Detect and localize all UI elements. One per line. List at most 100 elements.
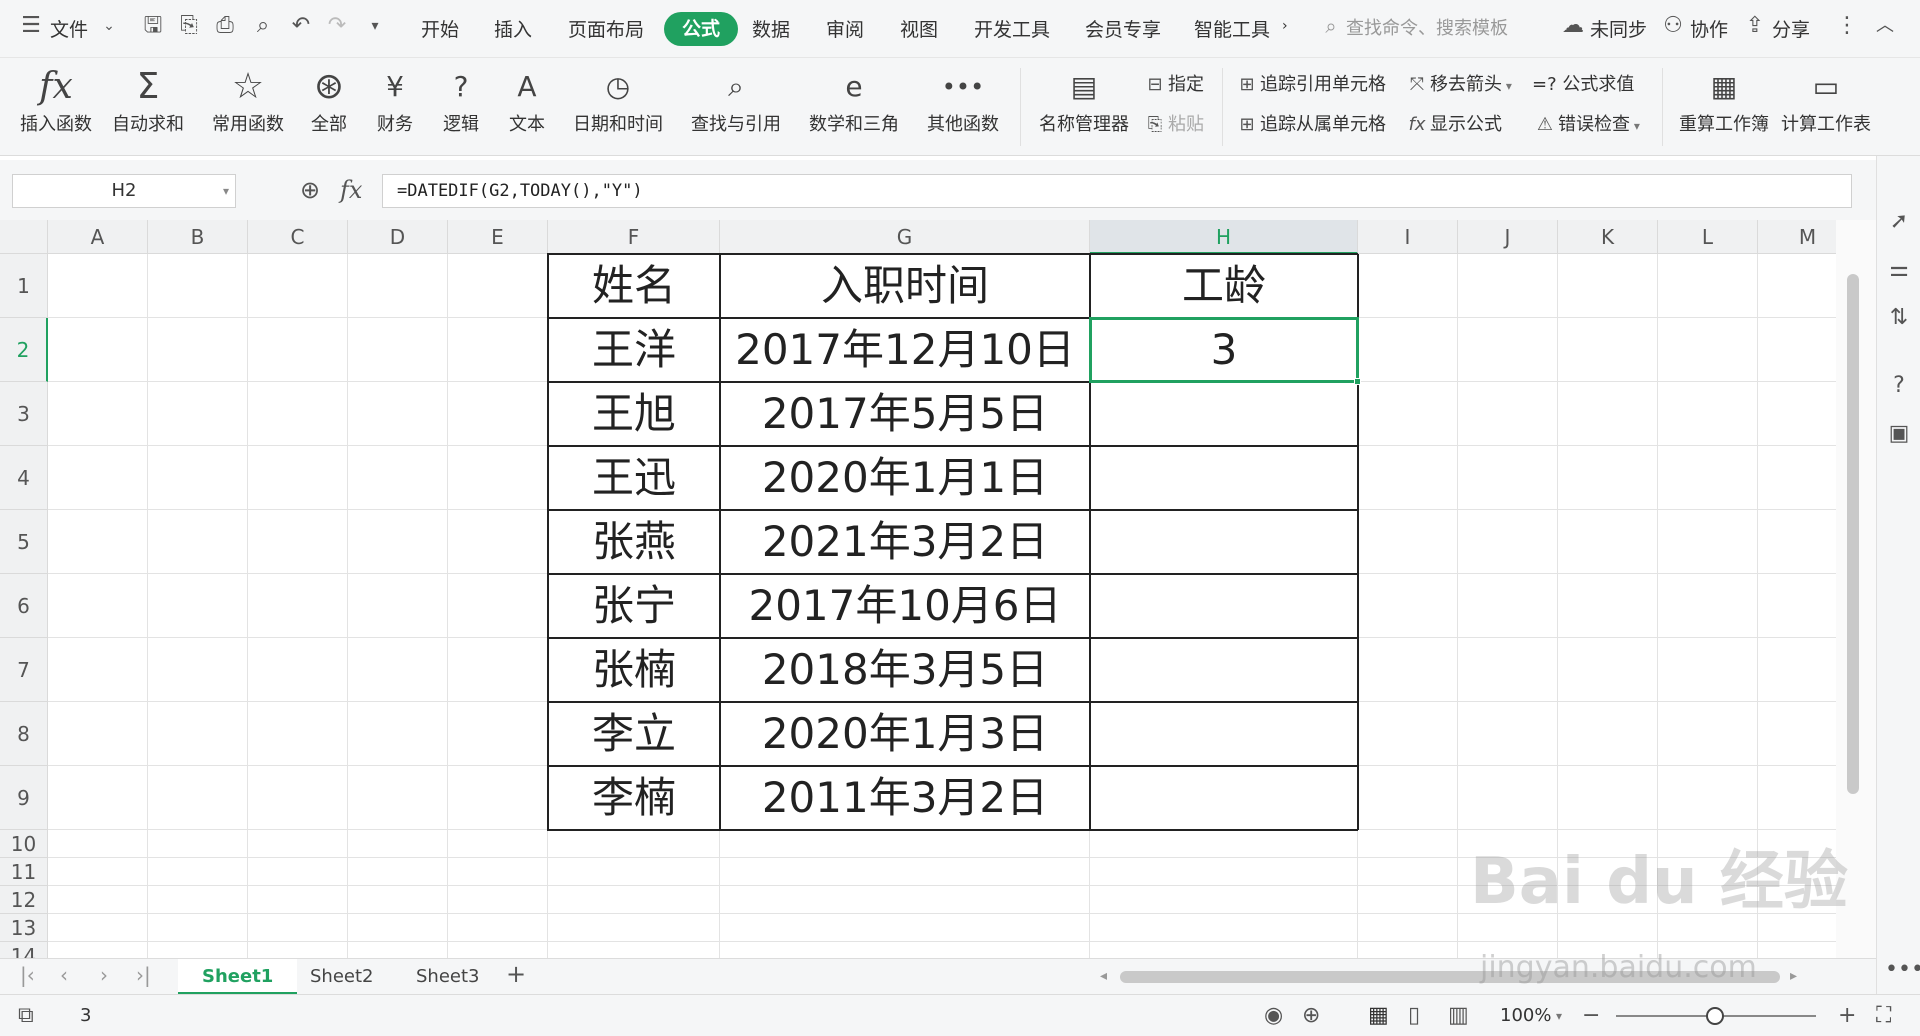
tab-review[interactable]: 审阅	[826, 15, 864, 42]
macro-record-icon[interactable]: ⧉	[18, 1003, 34, 1028]
table-header-cell[interactable]: 姓名	[548, 254, 720, 318]
command-search-input[interactable]: 查找命令、搜索模板	[1346, 14, 1508, 40]
row-header-1[interactable]: 1	[0, 254, 48, 318]
table-cell[interactable]	[1090, 766, 1358, 830]
row-header-4[interactable]: 4	[0, 446, 48, 510]
tab-formula[interactable]: 公式	[664, 12, 739, 46]
freeze-pane-icon[interactable]: ⊕	[1302, 1003, 1320, 1028]
recalc-workbook-button[interactable]: ▦ 重算工作簿	[1672, 58, 1776, 156]
share-button[interactable]: 分享	[1772, 15, 1810, 42]
row-header-13[interactable]: 13	[0, 914, 48, 942]
column-header-i[interactable]: I	[1358, 220, 1458, 254]
page-layout-view-icon[interactable]: ▯	[1408, 1003, 1420, 1028]
help-icon[interactable]: ?	[1885, 372, 1913, 400]
table-cell[interactable]: 张宁	[548, 574, 720, 638]
export-icon[interactable]: ⎘	[176, 13, 202, 39]
customize-dropdown-icon[interactable]: ▾	[362, 13, 388, 39]
logic-functions-button[interactable]: ? 逻辑	[432, 58, 490, 156]
collaborate-icon[interactable]: ⚇	[1660, 13, 1686, 39]
search-icon[interactable]: ⌕	[1318, 13, 1344, 39]
table-cell[interactable]	[1090, 382, 1358, 446]
first-sheet-icon[interactable]: |‹	[20, 963, 35, 987]
tab-sheet2[interactable]: Sheet2	[286, 959, 398, 995]
autosum-button[interactable]: Σ 自动求和	[104, 58, 192, 156]
chevron-down-icon[interactable]: ▾	[223, 175, 229, 207]
formula-input[interactable]: =DATEDIF(G2,TODAY(),"Y")	[382, 174, 1852, 208]
all-functions-button[interactable]: ⊛ 全部	[302, 58, 356, 156]
print-preview-icon[interactable]: ⌕	[250, 13, 276, 39]
cloud-sync-icon[interactable]: ☁	[1560, 13, 1586, 39]
common-functions-button[interactable]: ☆ 常用函数	[204, 58, 292, 156]
normal-view-icon[interactable]: ▦	[1368, 1003, 1389, 1028]
table-cell[interactable]: 李立	[548, 702, 720, 766]
zoom-slider-knob[interactable]	[1706, 1007, 1724, 1025]
trace-precedents-button[interactable]: ⊞ 追踪引用单元格	[1234, 70, 1386, 96]
specify-button[interactable]: ⊟ 指定	[1142, 70, 1204, 96]
active-cell-selection[interactable]	[1089, 317, 1359, 383]
finance-functions-button[interactable]: ¥ 财务	[366, 58, 424, 156]
table-cell[interactable]: 2011年3月2日	[720, 766, 1090, 830]
table-cell[interactable]: 王洋	[548, 318, 720, 382]
table-cell[interactable]: 2020年1月3日	[720, 702, 1090, 766]
remove-arrows-button[interactable]: ⤧ 移去箭头 ▾	[1404, 70, 1512, 96]
collapse-ribbon-icon[interactable]: ︿	[1872, 13, 1898, 39]
row-header-6[interactable]: 6	[0, 574, 48, 638]
tab-insert[interactable]: 插入	[494, 15, 532, 42]
add-sheet-button[interactable]: +	[506, 960, 526, 988]
column-header-c[interactable]: C	[248, 220, 348, 254]
datetime-functions-button[interactable]: ◷ 日期和时间	[566, 58, 670, 156]
table-cell[interactable]: 2017年10月6日	[720, 574, 1090, 638]
fullscreen-icon[interactable]: ⛶	[1876, 1003, 1891, 1028]
zoom-search-icon[interactable]: ⊕	[300, 176, 320, 204]
column-header-h[interactable]: H	[1090, 220, 1358, 254]
lookup-functions-button[interactable]: ⌕ 查找与引用	[684, 58, 788, 156]
row-header-2[interactable]: 2	[0, 318, 48, 382]
zoom-dropdown-icon[interactable]: ▾	[1556, 1009, 1562, 1023]
scroll-right-icon[interactable]: ▸	[1790, 968, 1797, 984]
page-break-view-icon[interactable]: ▥	[1448, 1003, 1469, 1028]
calc-sheet-button[interactable]: ▭ 计算工作表	[1780, 58, 1872, 156]
column-header-j[interactable]: J	[1458, 220, 1558, 254]
file-menu[interactable]: 文件	[50, 15, 88, 42]
tab-sheet1[interactable]: Sheet1	[178, 959, 298, 995]
chevron-down-icon[interactable]: ⌄	[96, 13, 122, 39]
share-icon[interactable]: ⇪	[1742, 13, 1768, 39]
archive-icon[interactable]: ▣	[1885, 420, 1913, 448]
table-cell[interactable]: 张楠	[548, 638, 720, 702]
paste-name-button[interactable]: ⎘ 粘贴	[1142, 110, 1204, 136]
table-cell[interactable]	[1090, 510, 1358, 574]
column-header-m[interactable]: M	[1758, 220, 1836, 254]
table-cell[interactable]: 2017年5月5日	[720, 382, 1090, 446]
show-formulas-button[interactable]: fx 显示公式	[1404, 110, 1503, 136]
column-header-a[interactable]: A	[48, 220, 148, 254]
vertical-scroll-thumb[interactable]	[1847, 274, 1859, 794]
last-sheet-icon[interactable]: ›|	[136, 963, 151, 987]
row-header-5[interactable]: 5	[0, 510, 48, 574]
tab-start[interactable]: 开始	[421, 15, 459, 42]
fill-handle[interactable]	[1354, 378, 1361, 385]
table-cell[interactable]	[1090, 446, 1358, 510]
math-functions-button[interactable]: e 数学和三角	[802, 58, 906, 156]
undo-icon[interactable]: ↶	[288, 13, 314, 39]
hamburger-menu-icon[interactable]: ☰	[18, 13, 44, 39]
redo-icon[interactable]: ↷	[324, 13, 350, 39]
row-header-7[interactable]: 7	[0, 638, 48, 702]
settings-sliders-icon[interactable]: ⚌	[1885, 256, 1913, 284]
row-header-3[interactable]: 3	[0, 382, 48, 446]
column-header-g[interactable]: G	[720, 220, 1090, 254]
text-functions-button[interactable]: A 文本	[498, 58, 556, 156]
more-icon[interactable]: ⋮	[1834, 13, 1860, 39]
column-header-d[interactable]: D	[348, 220, 448, 254]
table-cell[interactable]: 张燕	[548, 510, 720, 574]
table-cell[interactable]: 2018年3月5日	[720, 638, 1090, 702]
select-all-corner[interactable]	[0, 220, 48, 254]
column-header-b[interactable]: B	[148, 220, 248, 254]
trace-dependents-button[interactable]: ⊞ 追踪从属单元格	[1234, 110, 1386, 136]
fx-icon[interactable]: fx	[340, 176, 362, 204]
row-header-14[interactable]: 14	[0, 942, 48, 958]
other-functions-button[interactable]: ••• 其他函数	[918, 58, 1008, 156]
column-header-l[interactable]: L	[1658, 220, 1758, 254]
insert-function-button[interactable]: fx 插入函数	[16, 58, 96, 156]
tab-sheet3[interactable]: Sheet3	[392, 959, 504, 995]
evaluate-formula-button[interactable]: =? 公式求值	[1532, 70, 1634, 96]
